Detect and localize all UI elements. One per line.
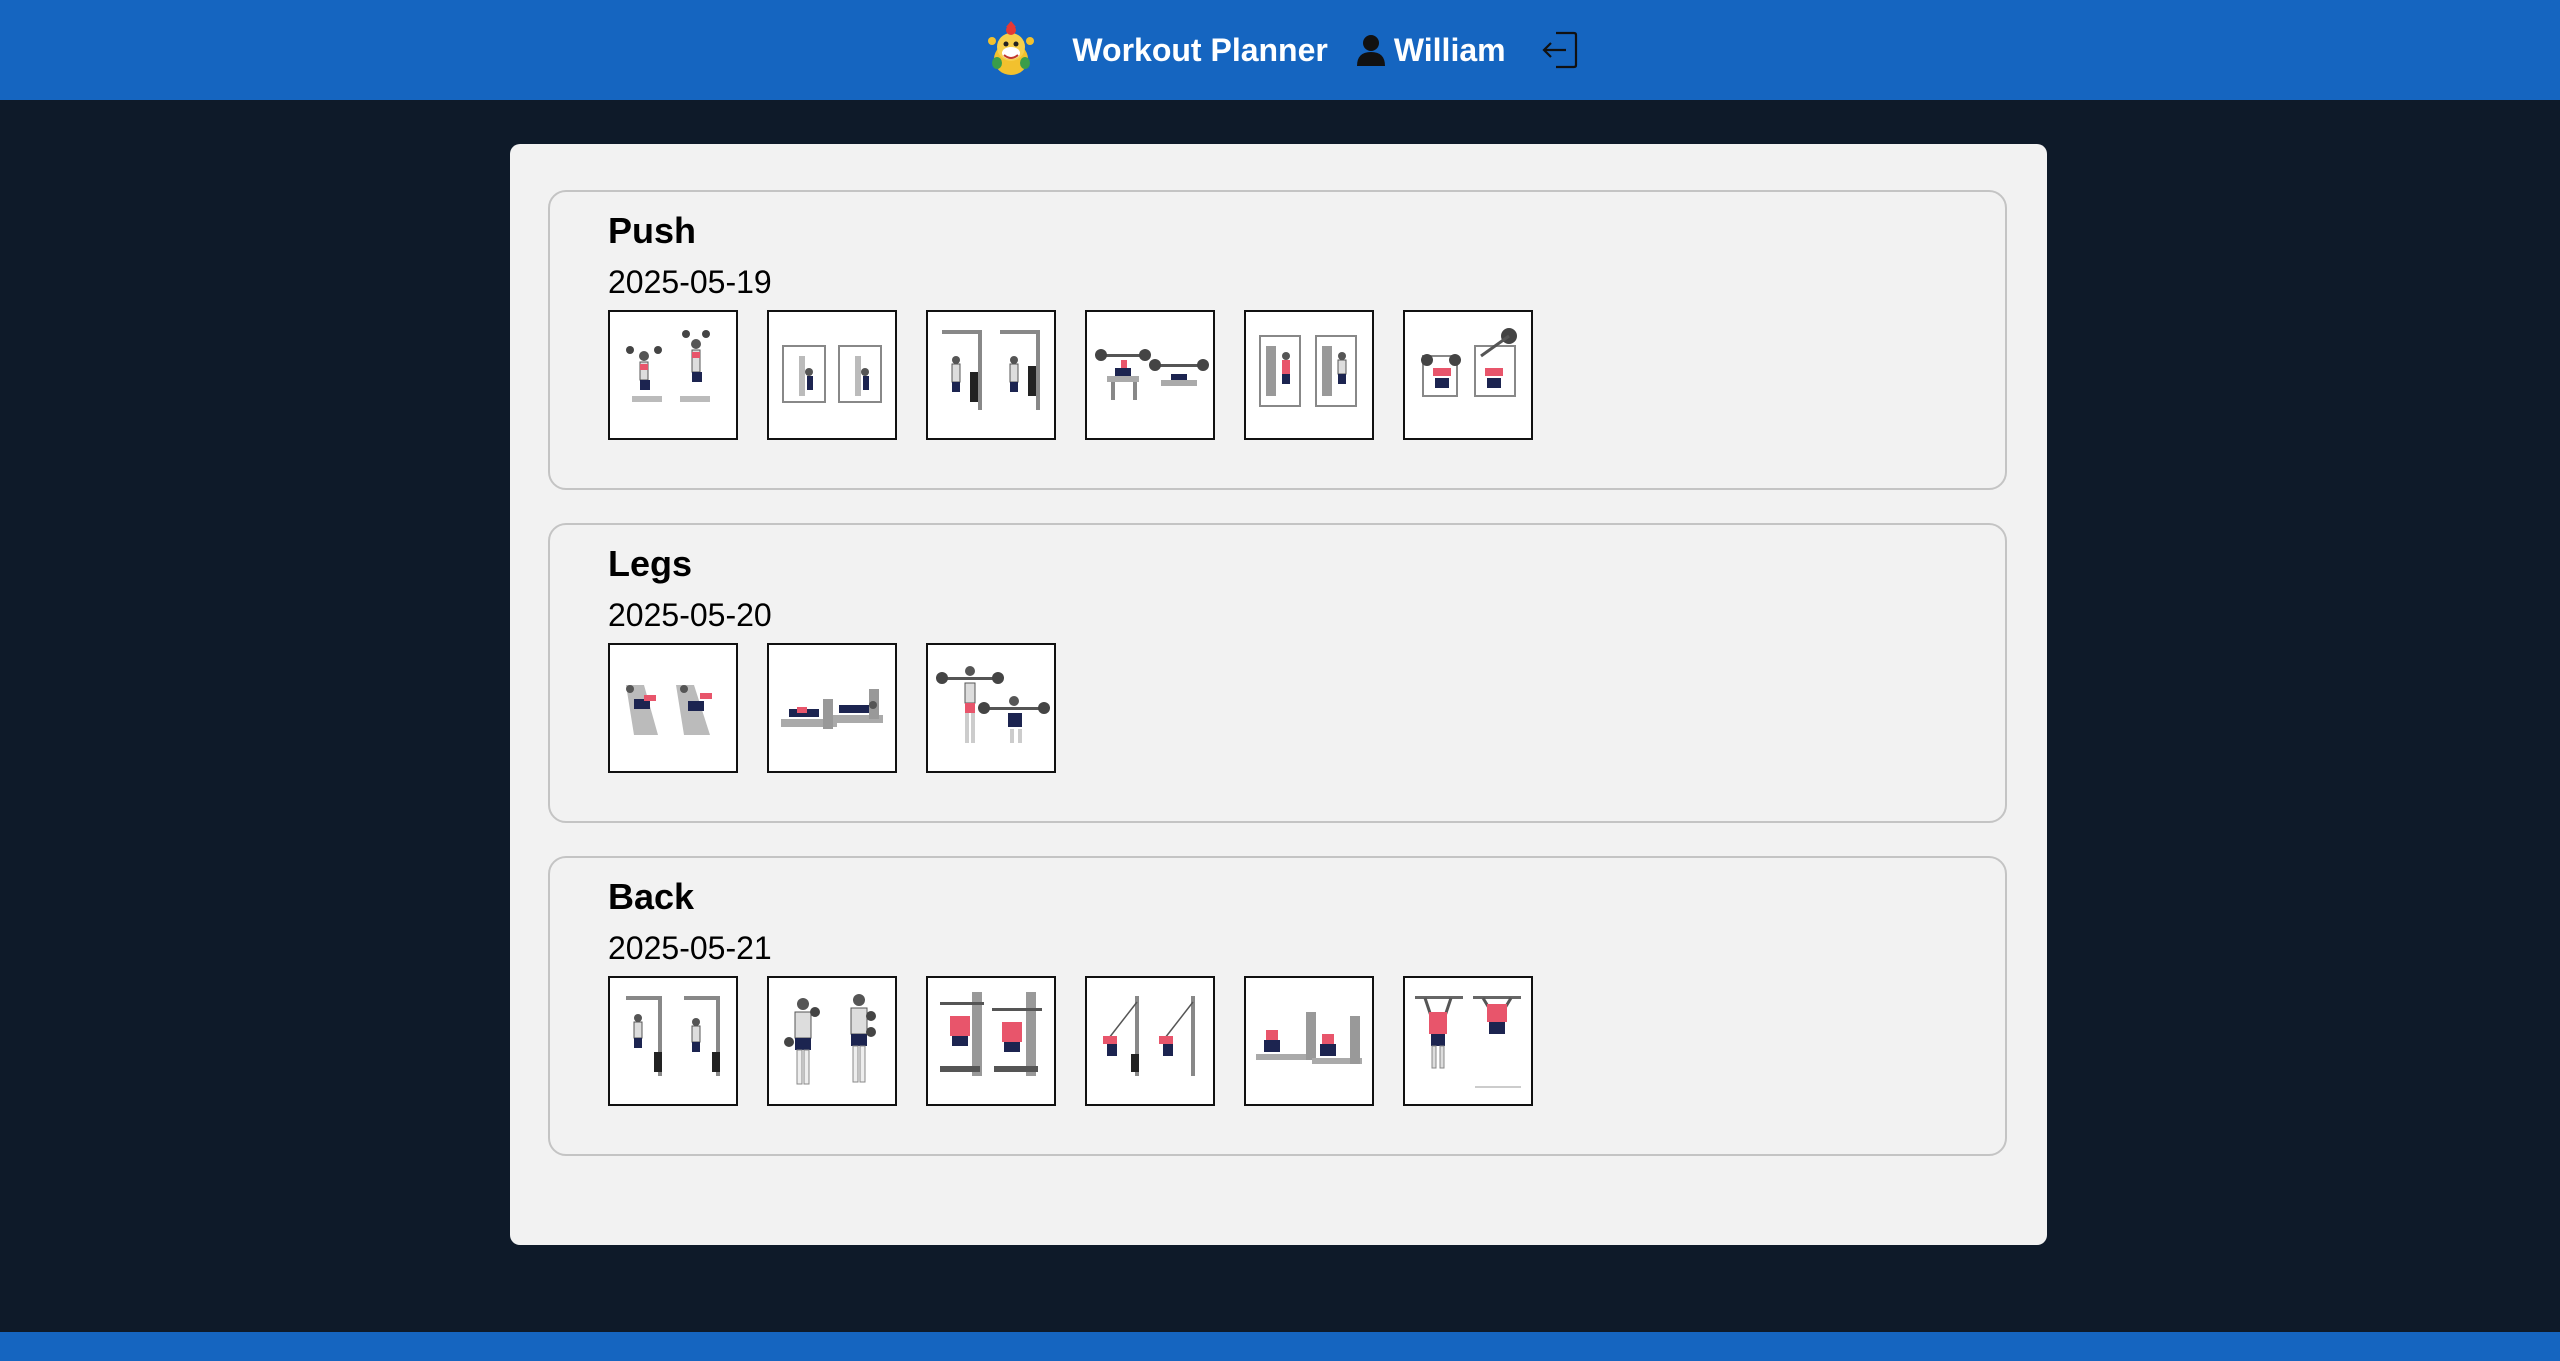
workout-card-back[interactable]: Back 2025-05-21 — [548, 856, 2007, 1156]
user-name: William — [1393, 31, 1506, 68]
person-icon — [1356, 35, 1385, 66]
workout-date: 2025-05-20 — [608, 597, 772, 633]
top-navigation-bar: Workout Planner William — [0, 0, 2560, 100]
exercise-thumbnail[interactable] — [767, 643, 897, 773]
user-menu[interactable]: William — [1356, 32, 1506, 69]
seated-dumbbell-press-icon — [626, 330, 710, 402]
lying-leg-curl-icon — [781, 689, 883, 729]
exercise-thumbnail[interactable] — [926, 976, 1056, 1106]
cable-row-standing-icon — [626, 996, 720, 1076]
bowser-jr-mascot-icon[interactable] — [980, 19, 1042, 81]
exercise-thumbnail[interactable] — [1403, 310, 1533, 440]
exercise-thumbnails — [608, 643, 1085, 773]
bottom-bar — [0, 1332, 2560, 1361]
workout-date: 2025-05-21 — [608, 930, 772, 966]
machine-shoulder-press-icon — [1259, 335, 1357, 407]
exercise-thumbnail[interactable] — [1244, 310, 1374, 440]
workouts-panel: Push 2025-05-19 Legs 2025-05-20 Back 202… — [510, 144, 2047, 1245]
exercise-thumbnail[interactable] — [1085, 976, 1215, 1106]
leg-extension-icon — [626, 685, 712, 735]
exercise-thumbnail[interactable] — [608, 310, 738, 440]
seated-cable-row-icon — [1256, 1012, 1362, 1064]
workout-card-legs[interactable]: Legs 2025-05-20 — [548, 523, 2007, 823]
exercise-thumbnails — [608, 976, 1562, 1106]
workout-name: Back — [608, 876, 695, 917]
workout-card-push[interactable]: Push 2025-05-19 — [548, 190, 2007, 490]
pull-up-icon — [1415, 996, 1521, 1088]
cable-pushdown-icon — [942, 330, 1040, 410]
logout-icon[interactable] — [1538, 29, 1580, 71]
workout-name: Push — [608, 210, 697, 251]
dumbbell-shrug-icon — [784, 994, 876, 1085]
exercise-thumbnail[interactable] — [926, 310, 1056, 440]
exercise-thumbnails — [608, 310, 1562, 440]
cable-pullover-icon — [1103, 996, 1195, 1076]
exercise-thumbnail[interactable] — [608, 643, 738, 773]
exercise-thumbnail[interactable] — [926, 643, 1056, 773]
exercise-thumbnail[interactable] — [1244, 976, 1374, 1106]
exercise-thumbnail[interactable] — [1403, 976, 1533, 1106]
exercise-thumbnail[interactable] — [767, 976, 897, 1106]
workout-date: 2025-05-19 — [608, 264, 772, 300]
incline-dumbbell-press-icon — [1421, 328, 1517, 397]
lat-pulldown-icon — [940, 992, 1042, 1076]
machine-chest-fly-icon — [782, 345, 882, 403]
app-title[interactable]: Workout Planner — [1072, 32, 1327, 69]
workout-name: Legs — [608, 543, 693, 584]
barbell-squat-icon — [936, 666, 1050, 743]
exercise-thumbnail[interactable] — [767, 310, 897, 440]
exercise-thumbnail[interactable] — [608, 976, 738, 1106]
barbell-bench-press-icon — [1095, 349, 1209, 400]
exercise-thumbnail[interactable] — [1085, 310, 1215, 440]
